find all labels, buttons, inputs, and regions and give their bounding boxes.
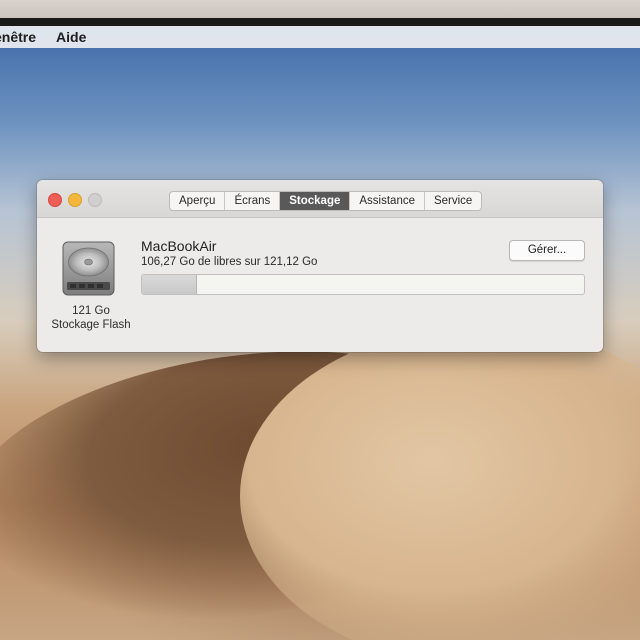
- storage-pane: 121 Go Stockage Flash MacBookAir 106,27 …: [37, 218, 603, 352]
- minimize-button[interactable]: [68, 193, 82, 207]
- tab-bar: Aperçu Écrans Stockage Assistance Servic…: [169, 191, 483, 211]
- zoom-button: [88, 193, 102, 207]
- menu-bar: enêtre Aide: [0, 26, 640, 48]
- manage-button[interactable]: Gérer...: [509, 240, 585, 261]
- storage-usage-bar[interactable]: [141, 274, 585, 295]
- window-titlebar[interactable]: Aperçu Écrans Stockage Assistance Servic…: [37, 180, 603, 218]
- disk-caption: 121 Go Stockage Flash: [37, 304, 145, 332]
- disk-type: Stockage Flash: [51, 319, 131, 331]
- close-button[interactable]: [48, 193, 62, 207]
- tab-apercu[interactable]: Aperçu: [170, 192, 226, 210]
- volume-name: MacBookAir: [141, 238, 217, 254]
- tab-ecrans[interactable]: Écrans: [225, 192, 281, 210]
- about-this-mac-window: Aperçu Écrans Stockage Assistance Servic…: [37, 180, 603, 352]
- menu-help[interactable]: Aide: [56, 29, 86, 45]
- storage-used-segment[interactable]: [142, 275, 198, 294]
- tab-assistance[interactable]: Assistance: [350, 192, 425, 210]
- disk-capacity: 121 Go: [72, 305, 110, 317]
- tab-service[interactable]: Service: [425, 192, 481, 210]
- volume-free-space: 106,27 Go de libres sur 121,12 Go: [141, 256, 318, 268]
- hard-drive-icon: [62, 241, 115, 296]
- tab-stockage[interactable]: Stockage: [280, 192, 351, 210]
- menu-window[interactable]: enêtre: [0, 29, 36, 45]
- screen-edge: [0, 18, 640, 26]
